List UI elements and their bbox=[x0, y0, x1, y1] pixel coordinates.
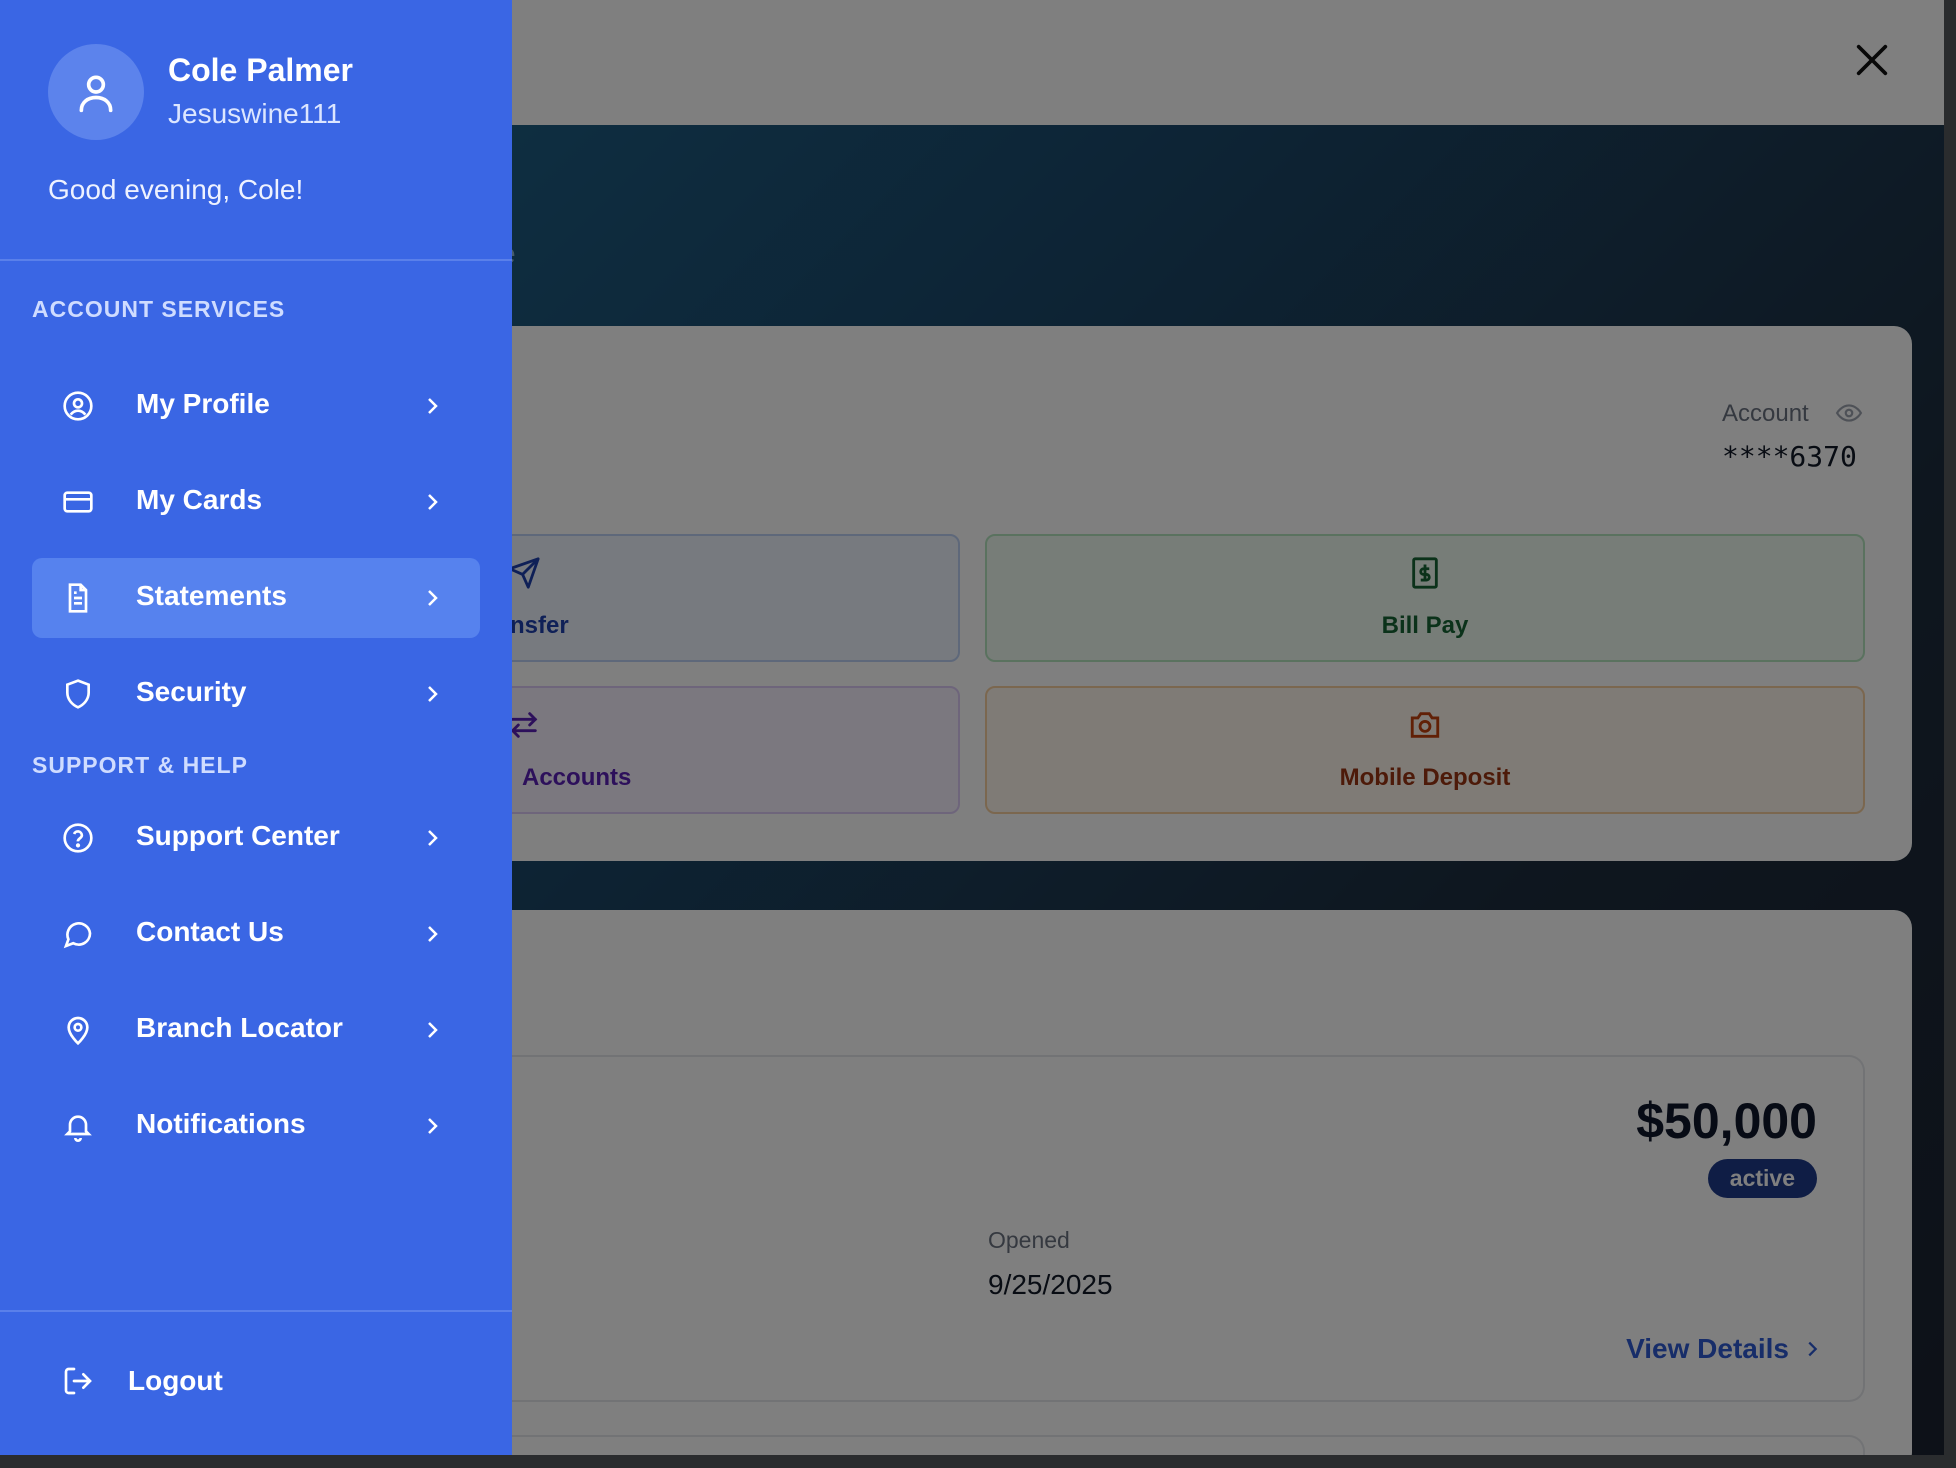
logout-button[interactable]: Logout bbox=[32, 1347, 480, 1417]
nav-label: Statements bbox=[136, 580, 287, 611]
bell-icon bbox=[64, 1115, 92, 1142]
user-circle-icon bbox=[63, 391, 93, 421]
nav-item-my-cards[interactable]: My Cards bbox=[32, 462, 480, 542]
nav-item-support-center[interactable]: Support Center bbox=[32, 798, 480, 878]
map-pin-icon bbox=[67, 1016, 89, 1046]
help-circle-icon bbox=[63, 823, 93, 853]
chevron-right-icon bbox=[428, 1118, 438, 1134]
user-name: Cole Palmer bbox=[168, 52, 353, 88]
nav-item-branch-locator[interactable]: Branch Locator bbox=[32, 990, 480, 1070]
logout-label: Logout bbox=[128, 1365, 223, 1396]
nav-item-statements[interactable]: Statements bbox=[32, 558, 480, 638]
nav-label: Contact Us bbox=[136, 916, 284, 947]
chevron-right-icon bbox=[428, 830, 438, 846]
nav-label: Branch Locator bbox=[136, 1012, 343, 1043]
nav-item-my-profile[interactable]: My Profile bbox=[32, 366, 480, 446]
chevron-right-icon bbox=[428, 926, 438, 942]
section-title-account-services: ACCOUNT SERVICES bbox=[32, 296, 286, 322]
document-icon bbox=[68, 583, 88, 613]
nav-label: Security bbox=[136, 676, 247, 707]
avatar bbox=[48, 44, 144, 140]
nav-label: Notifications bbox=[136, 1108, 306, 1139]
chevron-right-icon bbox=[428, 590, 438, 606]
chevron-right-icon bbox=[428, 1022, 438, 1038]
chat-bubble-icon bbox=[63, 922, 92, 949]
shield-icon bbox=[66, 679, 90, 709]
greeting: Good evening, Cole! bbox=[48, 174, 304, 205]
chevron-right-icon bbox=[428, 686, 438, 702]
chevron-right-icon bbox=[428, 398, 438, 414]
user-handle: Jesuswine111 bbox=[168, 98, 342, 129]
divider bbox=[0, 259, 512, 261]
section-title-support-help: SUPPORT & HELP bbox=[32, 752, 248, 778]
nav-item-contact-us[interactable]: Contact Us bbox=[32, 894, 480, 974]
nav-label: Support Center bbox=[136, 820, 340, 851]
chevron-right-icon bbox=[428, 494, 438, 510]
side-drawer: Cole Palmer Jesuswine111 Good evening, C… bbox=[0, 0, 512, 1455]
nav-label: My Profile bbox=[136, 388, 270, 419]
nav-label: My Cards bbox=[136, 484, 263, 515]
divider bbox=[0, 1310, 512, 1312]
credit-card-icon bbox=[63, 491, 93, 513]
logout-icon bbox=[64, 1367, 92, 1395]
nav-item-security[interactable]: Security bbox=[32, 654, 480, 734]
nav-item-notifications[interactable]: Notifications bbox=[32, 1086, 480, 1166]
user-icon bbox=[79, 75, 113, 113]
